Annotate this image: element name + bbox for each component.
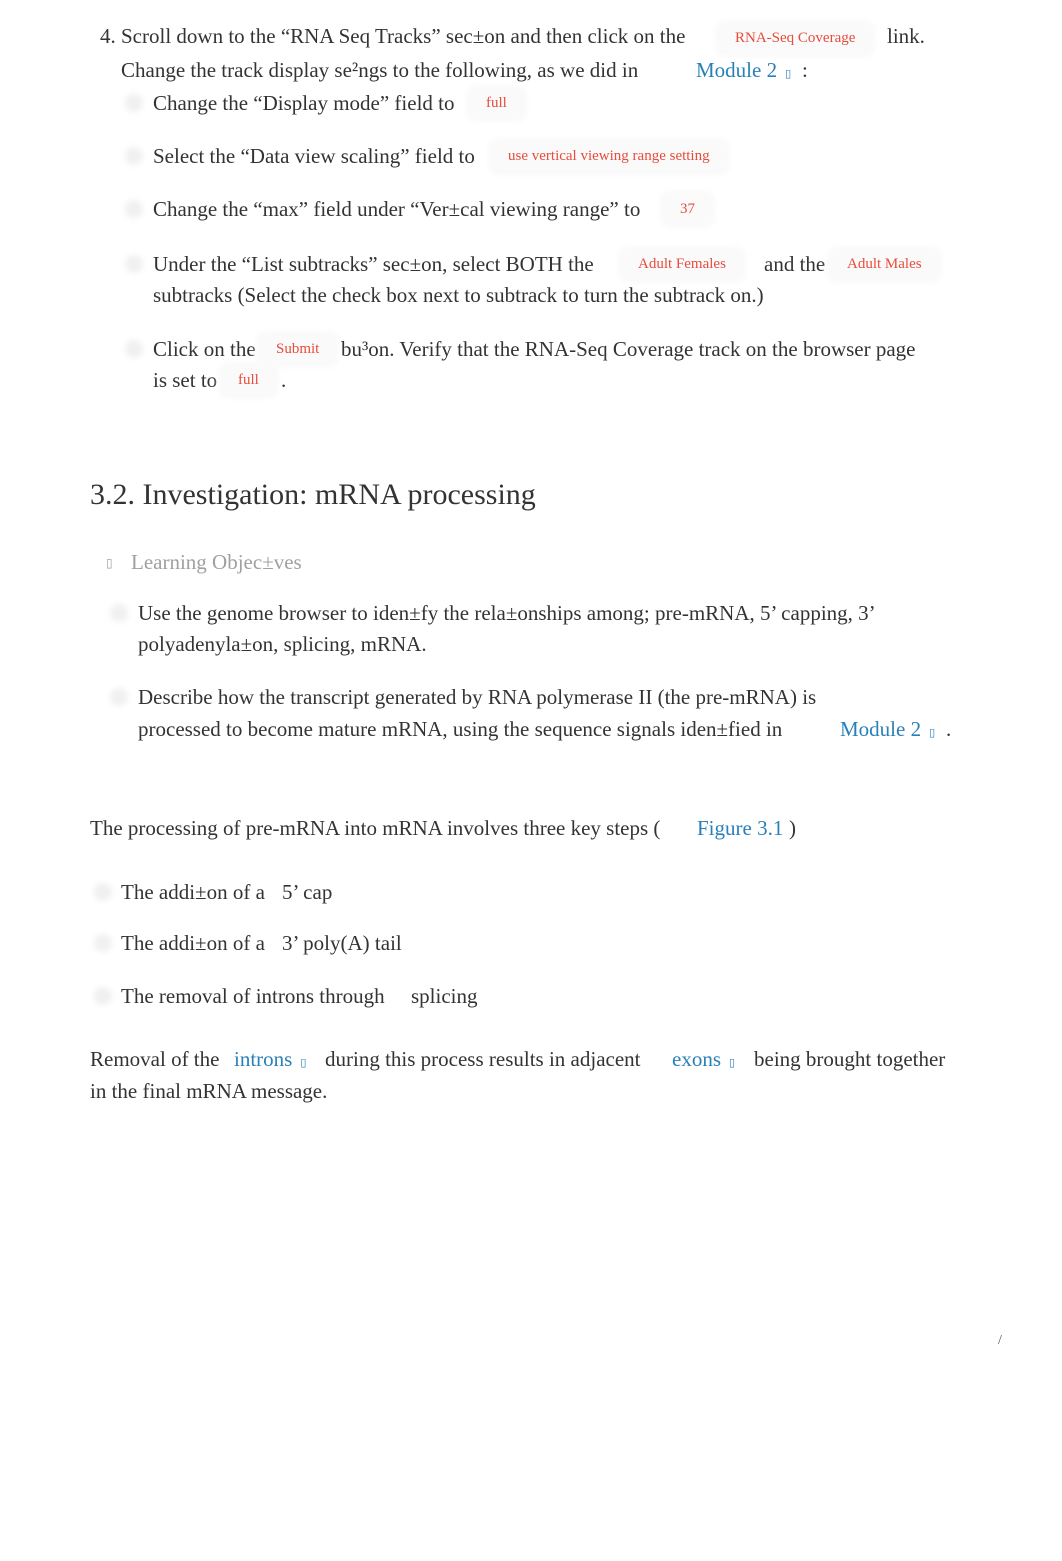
introns-link-label[interactable]: introns <box>234 1047 292 1071</box>
objective-line1: Describe how the transcript generated by… <box>138 685 817 709</box>
code-full: full <box>222 366 275 395</box>
external-link-icon: ▯ <box>300 1056 307 1069</box>
code-rna-seq-coverage: RNA-Seq Coverage <box>719 24 872 53</box>
bullet-icon <box>94 934 112 952</box>
bullet-icon <box>125 94 143 112</box>
intro-end: ) <box>789 816 796 840</box>
module2-link[interactable]: Module 2 ▯ <box>840 717 935 742</box>
module2-link-label[interactable]: Module 2 <box>840 717 921 741</box>
substep-text: Change the “max” field under “Ver±cal vi… <box>153 197 641 221</box>
learning-objectives-label: Learning Objec±ves <box>131 550 302 574</box>
step-text: The addi±on of a <box>121 931 265 955</box>
bullet-icon <box>125 340 143 358</box>
objective-end: . <box>946 717 952 741</box>
introns-link[interactable]: introns ▯ <box>234 1047 306 1072</box>
section-heading: 3.2. Investigation: mRNA processing <box>90 478 536 511</box>
step4-line1: 4. Scroll down to the “RNA Seq Tracks” s… <box>100 24 685 48</box>
step4-line2: Change the track display se²ngs to the f… <box>121 58 639 82</box>
code-adult-males: Adult Males <box>831 250 938 279</box>
substep-text: Click on the <box>153 337 256 361</box>
exons-link[interactable]: exons ▯ <box>672 1047 735 1072</box>
step-text: The addi±on of a <box>121 880 265 904</box>
step-number: 4. <box>100 24 116 48</box>
bullet-icon <box>94 883 112 901</box>
code-scaling: use vertical viewing range setting <box>492 142 726 171</box>
para-end: being brought together <box>754 1047 946 1071</box>
substep-text: Change the “Display mode” field to <box>153 91 455 115</box>
code-max: 37 <box>664 195 711 224</box>
objective-line2: processed to become mature mRNA, using t… <box>138 717 783 741</box>
page-marker: / <box>998 1333 1002 1348</box>
step-term: splicing <box>411 984 478 1008</box>
step-term: 3’ poly(A) tail <box>282 931 402 955</box>
external-link-icon: ▯ <box>729 1056 736 1069</box>
step-text: The removal of introns through <box>121 984 385 1008</box>
substep-line2: subtracks (Select the check box next to … <box>153 283 764 307</box>
substep-mid: bu³on. Verify that the RNA-Seq Coverage … <box>341 337 916 361</box>
substep-text: Under the “List subtracks” sec±on, selec… <box>153 252 594 276</box>
bullet-icon <box>125 147 143 165</box>
step4-colon: : <box>802 58 808 82</box>
learning-objectives-icon: ▯ <box>106 556 113 570</box>
para-start: Removal of the <box>90 1047 220 1071</box>
substep-text: Select the “Data view scaling” field to <box>153 144 475 168</box>
step4-link-end: link. <box>887 24 925 48</box>
substep-end: . <box>281 368 287 392</box>
step-term: 5’ cap <box>282 880 333 904</box>
bullet-icon <box>125 255 143 273</box>
step4-text: Scroll down to the “RNA Seq Tracks” sec±… <box>121 24 686 48</box>
para-line2: in the final mRNA message. <box>90 1079 328 1103</box>
bullet-icon <box>125 200 143 218</box>
substep-mid: and the <box>764 252 826 276</box>
code-full: full <box>470 89 523 118</box>
external-link-icon: ▯ <box>785 67 792 80</box>
code-submit: Submit <box>260 335 336 364</box>
bullet-icon <box>110 688 128 706</box>
external-link-icon: ▯ <box>929 726 936 739</box>
code-adult-females: Adult Females <box>622 250 742 279</box>
objective-line1: Use the genome browser to iden±fy the re… <box>138 601 876 625</box>
para-mid: during this process results in adjacent <box>325 1047 641 1071</box>
bullet-icon <box>110 604 128 622</box>
substep-line2: is set to <box>153 368 218 392</box>
objective-line2: polyadenyla±on, splicing, mRNA. <box>138 632 427 656</box>
bullet-icon <box>94 987 112 1005</box>
exons-link-label[interactable]: exons <box>672 1047 721 1071</box>
module2-link-label[interactable]: Module 2 <box>696 58 777 82</box>
module2-link[interactable]: Module 2 ▯ <box>696 58 791 83</box>
intro-text: The processing of pre-mRNA into mRNA inv… <box>90 816 661 840</box>
figure-3-1-link[interactable]: Figure 3.1 <box>697 816 783 841</box>
